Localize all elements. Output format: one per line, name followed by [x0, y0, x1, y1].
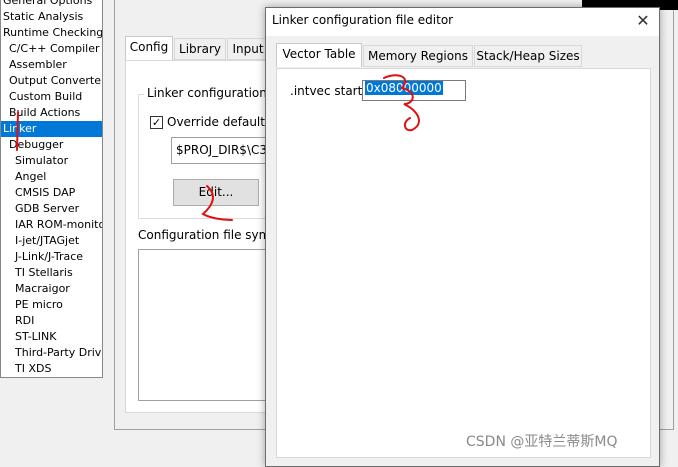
annotation-stroke-linker [16, 111, 19, 151]
watermark: CSDN @亚特兰蒂斯MQ [466, 434, 618, 450]
handwritten-annotations [16, 74, 420, 221]
annotation-stroke-edit [201, 185, 233, 221]
annotation-stroke-value [383, 74, 420, 132]
